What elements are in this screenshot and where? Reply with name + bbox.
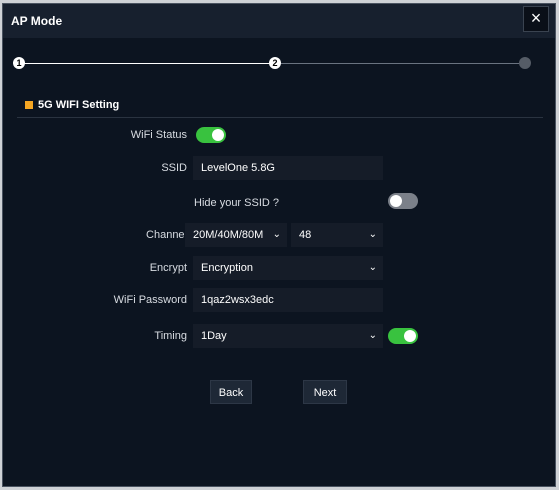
channel-number-value: 48: [299, 229, 312, 241]
wifi-status-toggle[interactable]: [196, 127, 226, 143]
timing-toggle[interactable]: [388, 328, 418, 344]
timing-value: 1Day: [201, 330, 227, 342]
dialog-title: AP Mode: [11, 14, 63, 28]
channel-label: Channel: [146, 229, 187, 241]
toggle-knob: [212, 129, 224, 141]
close-icon[interactable]: ×: [523, 6, 549, 32]
next-button[interactable]: Next: [303, 380, 347, 404]
wifi-status-label: WiFi Status: [130, 129, 187, 141]
password-label: WiFi Password: [113, 294, 187, 306]
ssid-input[interactable]: LevelOne 5.8G: [193, 156, 383, 180]
hide-ssid-label: Hide your SSID ?: [194, 197, 279, 209]
toggle-knob: [404, 330, 416, 342]
chevron-down-icon: ⌄: [368, 262, 377, 273]
back-button[interactable]: Back: [210, 380, 252, 404]
ssid-label: SSID: [161, 162, 187, 174]
step-line-1-2: [17, 63, 275, 64]
channel-bandwidth-value: 20M/40M/80M: [193, 229, 264, 241]
section-title: 5G WIFI Setting: [38, 99, 120, 111]
encrypt-label: Encrypt: [149, 262, 187, 274]
step-1-indicator: 1: [13, 57, 25, 69]
section-divider: [17, 117, 543, 118]
section-marker: [25, 101, 33, 109]
channel-number-select[interactable]: 48 ⌄: [291, 223, 383, 247]
chevron-down-icon: ⌄: [368, 229, 377, 240]
step-3-indicator: [519, 57, 531, 69]
hide-ssid-toggle[interactable]: [388, 193, 418, 209]
title-bar: AP Mode ×: [3, 4, 555, 38]
encrypt-select[interactable]: Encryption ⌄: [193, 256, 383, 280]
encrypt-value: Encryption: [201, 262, 253, 274]
timing-select[interactable]: 1Day ⌄: [193, 324, 383, 348]
timing-label: Timing: [154, 330, 187, 342]
toggle-knob: [390, 195, 402, 207]
chevron-down-icon: ⌄: [272, 229, 281, 240]
channel-bandwidth-select[interactable]: 20M/40M/80M ⌄: [185, 223, 287, 247]
ap-mode-dialog: AP Mode × 1 2 5G WIFI Setting WiFi Statu…: [2, 3, 556, 487]
wifi-password-input[interactable]: 1qaz2wsx3edc: [193, 288, 383, 312]
step-2-indicator: 2: [269, 57, 281, 69]
chevron-down-icon: ⌄: [368, 330, 377, 341]
step-line-2-3: [275, 63, 523, 64]
